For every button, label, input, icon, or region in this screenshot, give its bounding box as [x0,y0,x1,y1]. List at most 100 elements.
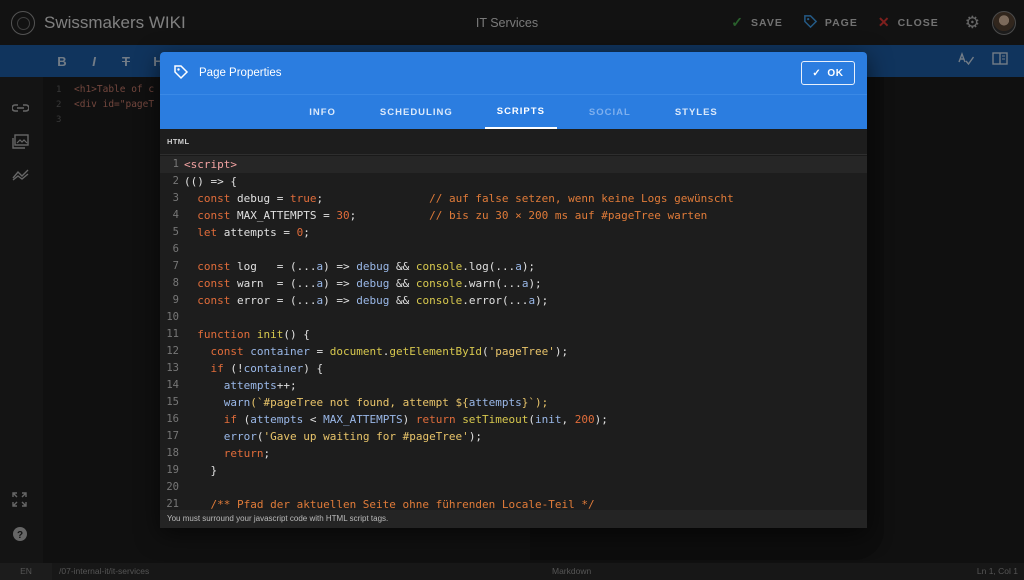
code-text: 'pageTree' [488,345,555,358]
code-text: && [389,294,416,307]
tab-styles[interactable]: STYLES [663,95,730,129]
code-text: const [184,345,251,358]
code-text: , [561,413,575,426]
code-text: ( [482,345,489,358]
code-text: = [276,226,297,239]
code-text: a [515,260,522,273]
line-number: 18 [166,447,179,459]
code-line: 9 const error = (...a) => debug && conso… [160,292,867,309]
code-text: ; [303,226,310,239]
line-number: 8 [172,277,179,289]
code-text: const [184,209,237,222]
line-number: 15 [166,396,179,408]
tab-scheduling[interactable]: SCHEDULING [368,95,465,129]
code-text: setTimeout [462,413,529,426]
code-text: init [256,328,284,341]
code-text: ); [528,277,542,290]
code-text: <script> [184,158,237,171]
code-line: 6 [160,241,867,258]
code-text: MAX_ATTEMPTS [323,413,403,426]
line-number: 5 [172,226,179,238]
code-text: debug [236,192,271,205]
check-icon: ✓ [812,67,822,79]
code-text: debug [356,294,390,307]
code-text: if [184,362,231,375]
code-text: ); [535,294,549,307]
code-line: 14 attempts++; [160,377,867,394]
code-text: attempts [468,396,522,409]
code-text: (() => { [184,175,237,188]
dialog-header: Page Properties ✓ OK [160,52,867,94]
code-text: ) [402,413,416,426]
code-comment: // auf false setzen, wenn keine Logs gew… [429,192,734,205]
code-text: container [250,345,310,358]
code-text: ); [554,345,569,358]
script-code-editor[interactable]: 1 <script> 2 (() => { 3 const debug = true… [160,156,867,510]
code-line: 18 return; [160,445,867,462]
code-text: error [223,430,257,443]
code-line: 15 warn(`#pageTree not found, attempt ${… [160,394,867,411]
code-text: ) => [323,294,357,307]
code-text: ++; [276,379,297,392]
code-text: true [289,192,317,205]
code-text: } [184,464,218,477]
line-number: 12 [166,345,179,357]
code-text: && [389,260,416,273]
code-text: 200 [574,413,595,426]
line-number: 17 [166,430,179,442]
code-text: (! [230,362,244,375]
code-text: .error(... [462,294,529,307]
code-text: function [184,328,257,341]
code-text: getElementById [389,345,483,358]
line-number: 7 [172,260,179,272]
code-text: = [309,345,330,358]
code-text: return [415,413,463,426]
code-text: < [303,413,324,426]
line-number: 16 [166,413,179,425]
ok-button[interactable]: ✓ OK [801,61,855,85]
line-number: 9 [172,294,179,306]
line-number: 11 [166,328,179,340]
code-line: 12 const container = document.getElement… [160,343,867,360]
code-text: if [184,413,244,426]
code-text: = [270,192,290,205]
tab-info[interactable]: INFO [297,95,348,129]
code-text: init [535,413,562,426]
line-number: 20 [166,481,179,493]
code-text: = [316,209,337,222]
code-text: warn = (... [236,277,317,290]
code-text: attempts [250,413,304,426]
code-text: ); [594,413,608,426]
code-line: 11 function init() { [160,326,867,343]
code-text: () { [283,328,310,341]
code-text: && [389,277,416,290]
code-line: 13 if (!container) { [160,360,867,377]
line-number: 13 [166,362,179,374]
code-line: 8 const warn = (...a) => debug && consol… [160,275,867,292]
code-line: 5 let attempts = 0; [160,224,867,241]
script-hint: You must surround your javascript code w… [160,510,867,528]
code-line: 16 if (attempts < MAX_ATTEMPTS) return s… [160,411,867,428]
code-text: .warn(... [462,277,522,290]
code-text: ; [316,192,430,205]
code-text: console [415,260,463,273]
line-number: 21 [166,498,179,510]
code-text: log = (... [236,260,317,273]
code-text: document [329,345,383,358]
code-text: return [184,447,264,460]
code-text: ) => [323,260,357,273]
code-text: (`#pageTree not found, attempt ${ [250,396,469,409]
tab-scripts[interactable]: SCRIPTS [484,95,557,129]
code-line: 10 [160,309,867,326]
line-number: 2 [172,175,179,187]
code-line: 4 const MAX_ATTEMPTS = 30; // bis zu 30 … [160,207,867,224]
ok-label: OK [827,67,844,79]
section-label: HTML [160,129,867,155]
code-text: error = (... [236,294,317,307]
code-text: warn [223,396,251,409]
code-line: 7 const log = (... a) => debug && console… [160,258,867,275]
code-text: ) => [323,277,357,290]
code-text: MAX_ATTEMPTS [236,209,317,222]
